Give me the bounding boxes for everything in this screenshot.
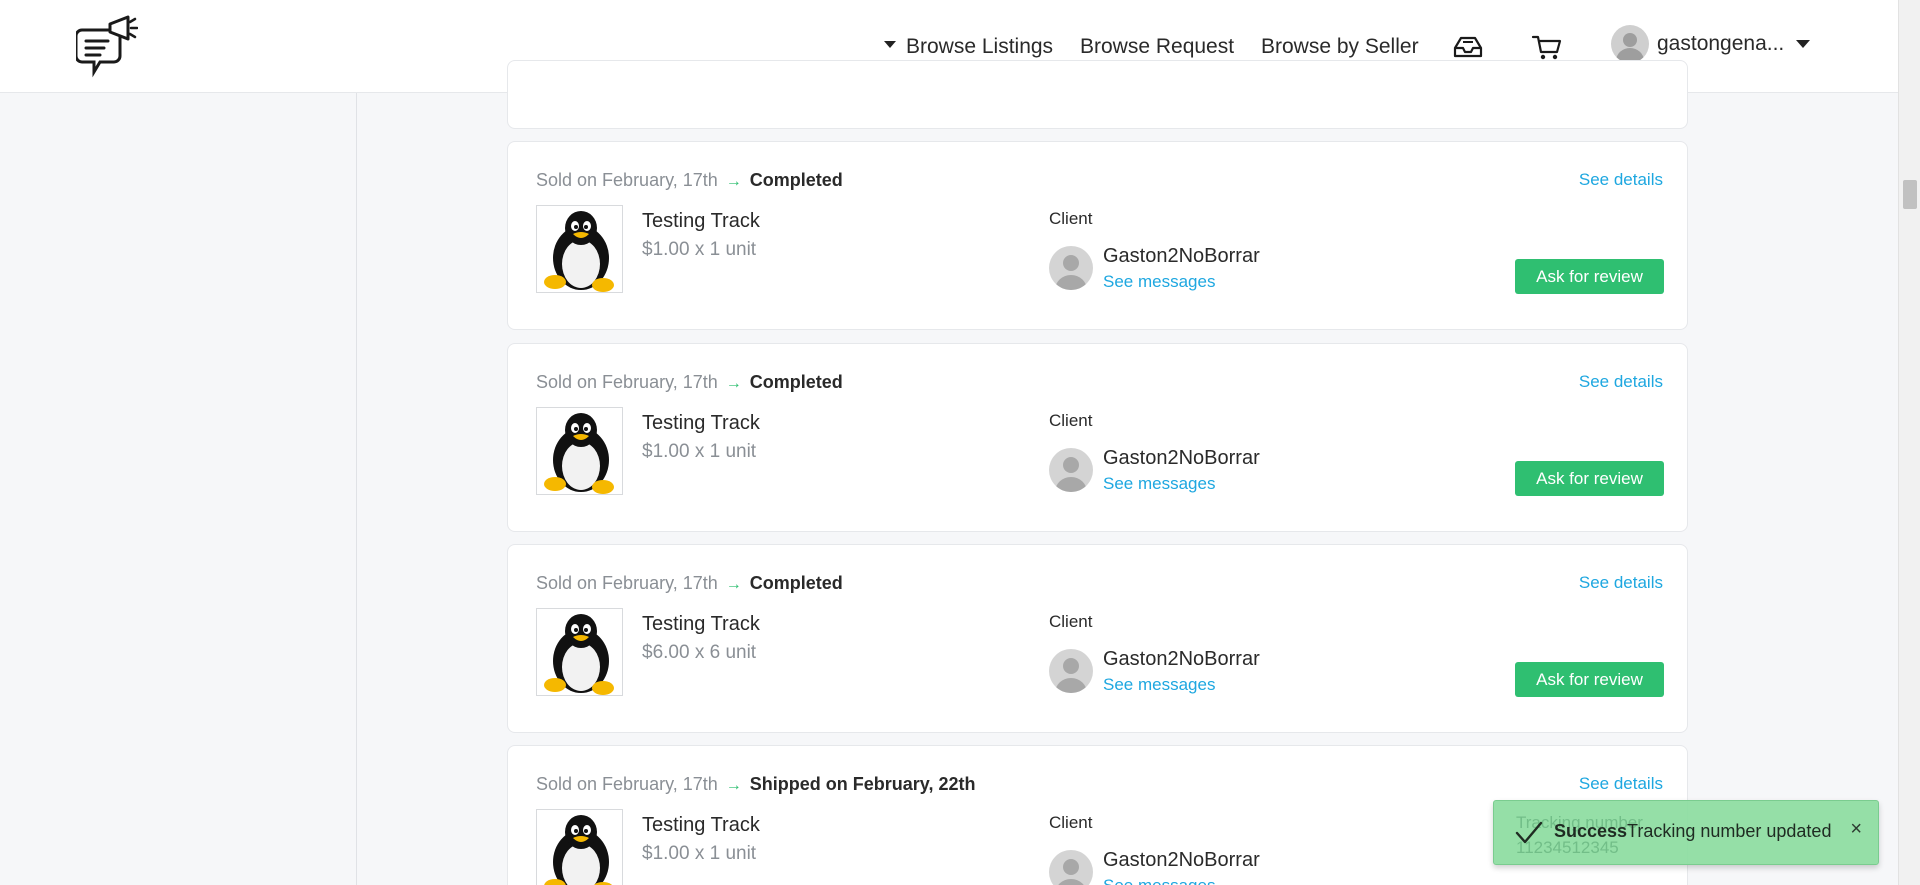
order-status: Shipped on February, 22th [749, 774, 976, 794]
nav-browse-listings-label[interactable]: Browse Listings [906, 35, 1053, 59]
caret-down-icon [884, 41, 896, 48]
client-avatar [1049, 850, 1093, 885]
product-title[interactable]: Testing Track [642, 814, 760, 837]
product-title[interactable]: Testing Track [642, 412, 760, 435]
toast-message: Tracking number updated [1627, 821, 1832, 841]
see-details-link[interactable]: See details [1579, 372, 1663, 392]
product-thumbnail[interactable] [536, 205, 623, 293]
client-label: Client [1049, 612, 1093, 631]
order-card: Sold on February, 17th → Completed See det… [507, 141, 1688, 330]
client-name: Gaston2NoBorrar [1103, 447, 1260, 469]
arrow-right-icon: → [725, 173, 742, 190]
see-messages-link[interactable]: See messages [1103, 876, 1215, 885]
penguin-image [544, 614, 614, 695]
see-messages-link[interactable]: See messages [1103, 675, 1215, 695]
sold-date: Sold on February, 17th [536, 170, 718, 190]
product-price: $1.00 x 1 unit [642, 441, 757, 462]
see-details-link[interactable]: See details [1579, 170, 1663, 190]
client-avatar [1049, 448, 1093, 492]
left-sidebar [0, 93, 357, 885]
penguin-image [544, 211, 614, 292]
toast-title: Success [1554, 821, 1628, 841]
see-details-link[interactable]: See details [1579, 774, 1663, 794]
ask-for-review-button[interactable]: Ask for review [1515, 259, 1664, 294]
see-messages-link[interactable]: See messages [1103, 272, 1215, 292]
user-avatar[interactable] [1611, 25, 1649, 63]
sold-info: Sold on February, 17th → Shipped on Februa… [536, 774, 975, 795]
sold-date: Sold on February, 17th [536, 372, 718, 392]
scrollbar-thumb[interactable] [1903, 180, 1917, 209]
see-messages-link[interactable]: See messages [1103, 474, 1215, 494]
success-toast: Tracking number 11234512345 Success Trac… [1493, 800, 1879, 865]
arrow-right-icon: → [725, 777, 742, 794]
order-status: Completed [749, 170, 843, 190]
product-title[interactable]: Testing Track [642, 210, 760, 233]
client-label: Client [1049, 813, 1093, 832]
order-card-partial [507, 60, 1688, 129]
ask-for-review-button[interactable]: Ask for review [1515, 662, 1664, 697]
sold-info: Sold on February, 17th → Completed [536, 372, 843, 393]
sold-info: Sold on February, 17th → Completed [536, 170, 843, 191]
close-icon[interactable]: × [1850, 819, 1862, 839]
arrow-right-icon: → [725, 576, 742, 593]
product-price: $6.00 x 6 unit [642, 642, 757, 663]
product-title[interactable]: Testing Track [642, 613, 760, 636]
client-label: Client [1049, 411, 1093, 430]
nav-browse-request-label[interactable]: Browse Request [1080, 35, 1234, 59]
client-name: Gaston2NoBorrar [1103, 849, 1260, 871]
client-name: Gaston2NoBorrar [1103, 648, 1260, 670]
client-label: Client [1049, 209, 1093, 228]
product-thumbnail[interactable] [536, 809, 623, 885]
penguin-image [544, 815, 613, 885]
user-name[interactable]: gastongena... [1657, 32, 1784, 56]
product-price: $1.00 x 1 unit [642, 239, 757, 260]
user-menu-caret-icon[interactable] [1796, 40, 1810, 48]
arrow-right-icon: → [725, 375, 742, 392]
product-price: $1.00 x 1 unit [642, 843, 757, 864]
megaphone-chat-logo[interactable] [76, 14, 138, 78]
order-card: Sold on February, 17th → Completed See det… [507, 343, 1688, 532]
penguin-image [544, 413, 614, 494]
order-status: Completed [749, 372, 843, 392]
see-details-link[interactable]: See details [1579, 573, 1663, 593]
inbox-tray-icon[interactable] [1451, 30, 1485, 64]
vertical-scrollbar[interactable] [1898, 0, 1920, 885]
product-thumbnail[interactable] [536, 608, 623, 696]
product-thumbnail[interactable] [536, 407, 623, 495]
shopping-cart-icon[interactable] [1530, 30, 1564, 64]
sold-info: Sold on February, 17th → Completed [536, 573, 843, 594]
client-name: Gaston2NoBorrar [1103, 245, 1260, 267]
sold-date: Sold on February, 17th [536, 573, 718, 593]
client-avatar [1049, 649, 1093, 693]
client-avatar [1049, 246, 1093, 290]
order-card: Sold on February, 17th → Completed See det… [507, 544, 1688, 733]
checkmark-icon [1515, 821, 1543, 844]
sold-date: Sold on February, 17th [536, 774, 718, 794]
order-status: Completed [749, 573, 843, 593]
ask-for-review-button[interactable]: Ask for review [1515, 461, 1664, 496]
nav-browse-by-seller-label[interactable]: Browse by Seller [1261, 35, 1419, 59]
